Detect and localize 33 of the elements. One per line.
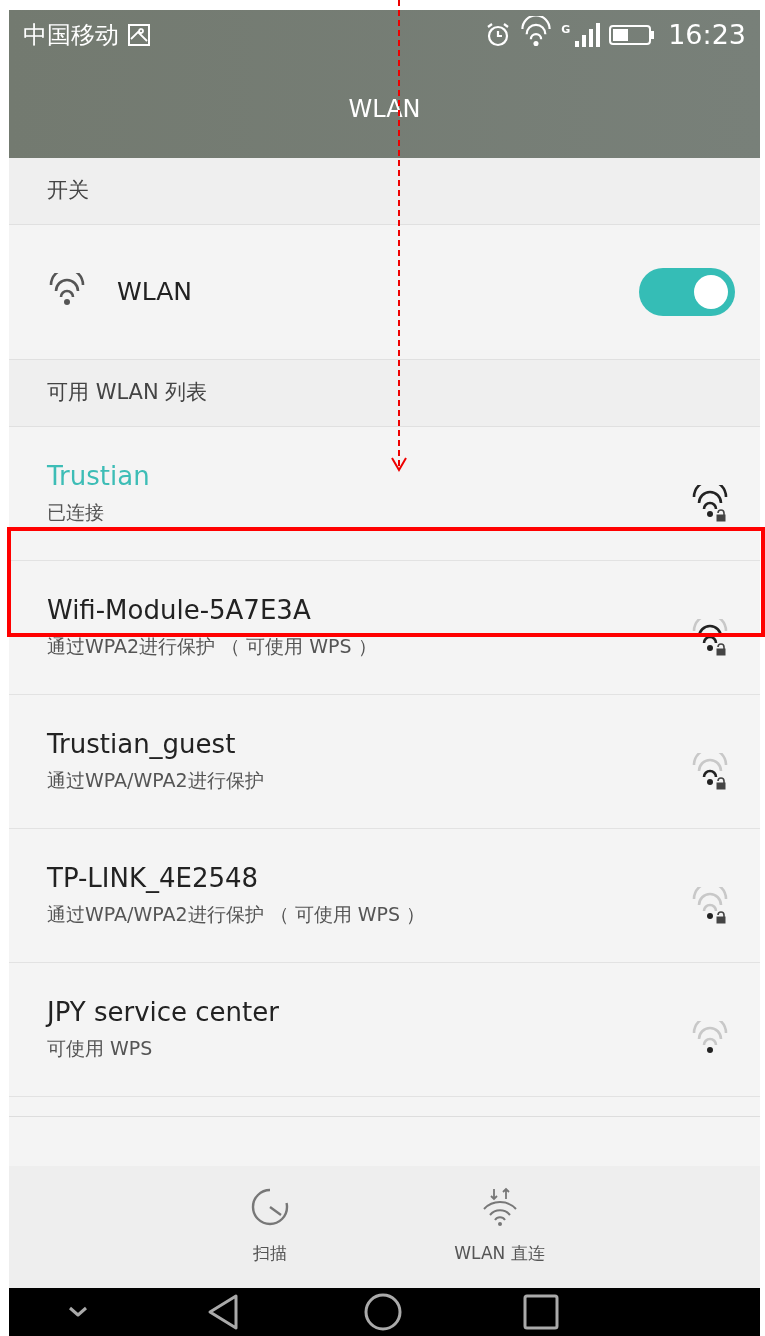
- scan-icon: [249, 1186, 290, 1227]
- toggle-switch[interactable]: [639, 268, 735, 316]
- network-row[interactable]: Trustian_guest 通过WPA/WPA2进行保护: [9, 695, 760, 829]
- signal-icon: [574, 22, 601, 48]
- network-row[interactable]: TP-LINK_4E2548 通过WPA/WPA2进行保护 （ 可使用 WPS ）: [9, 829, 760, 963]
- network-detail: 可使用 WPS: [47, 1035, 154, 1061]
- wlan-direct-button[interactable]: WLAN 直连: [434, 1165, 565, 1288]
- network-name: Wifi-Module-5A7E3A: [47, 594, 312, 626]
- network-row[interactable]: Trustian 已连接: [9, 427, 760, 561]
- home-button[interactable]: [363, 1291, 404, 1332]
- network-detail: 通过WPA/WPA2进行保护 （ 可使用 WPS ）: [47, 901, 426, 927]
- home-icon: [363, 1291, 404, 1332]
- wlan-label: WLAN: [117, 276, 194, 309]
- chevron-down-button[interactable]: [67, 1305, 88, 1319]
- network-name: TP-LINK_4E2548: [47, 862, 260, 894]
- network-row[interactable]: Wifi-Module-5A7E3A 通过WPA2进行保护 （ 可使用 WPS ）: [9, 561, 760, 695]
- network-detail: 通过WPA/WPA2进行保护: [47, 767, 265, 793]
- network-name: Trustian_guest: [47, 728, 237, 760]
- section-header: 可用 WLAN 列表: [47, 379, 208, 407]
- section-header: 开关: [47, 177, 89, 205]
- network-name: JPY service center: [47, 996, 280, 1028]
- network-detail: 通过WPA2进行保护 （ 可使用 WPS ）: [47, 633, 378, 659]
- screen-title: WLAN: [348, 94, 421, 125]
- battery-icon: [608, 23, 657, 47]
- clock-time: 16:23: [668, 17, 746, 52]
- chevron-down-icon: [67, 1305, 88, 1319]
- image-icon: [127, 23, 151, 47]
- network-name: Trustian: [47, 460, 151, 492]
- network-detail: 已连接: [47, 499, 105, 525]
- network-type: G: [561, 22, 571, 38]
- carrier-name: 中国移动: [23, 20, 119, 51]
- network-row[interactable]: JPY service center 可使用 WPS: [9, 963, 760, 1097]
- scan-button[interactable]: 扫描: [204, 1165, 335, 1288]
